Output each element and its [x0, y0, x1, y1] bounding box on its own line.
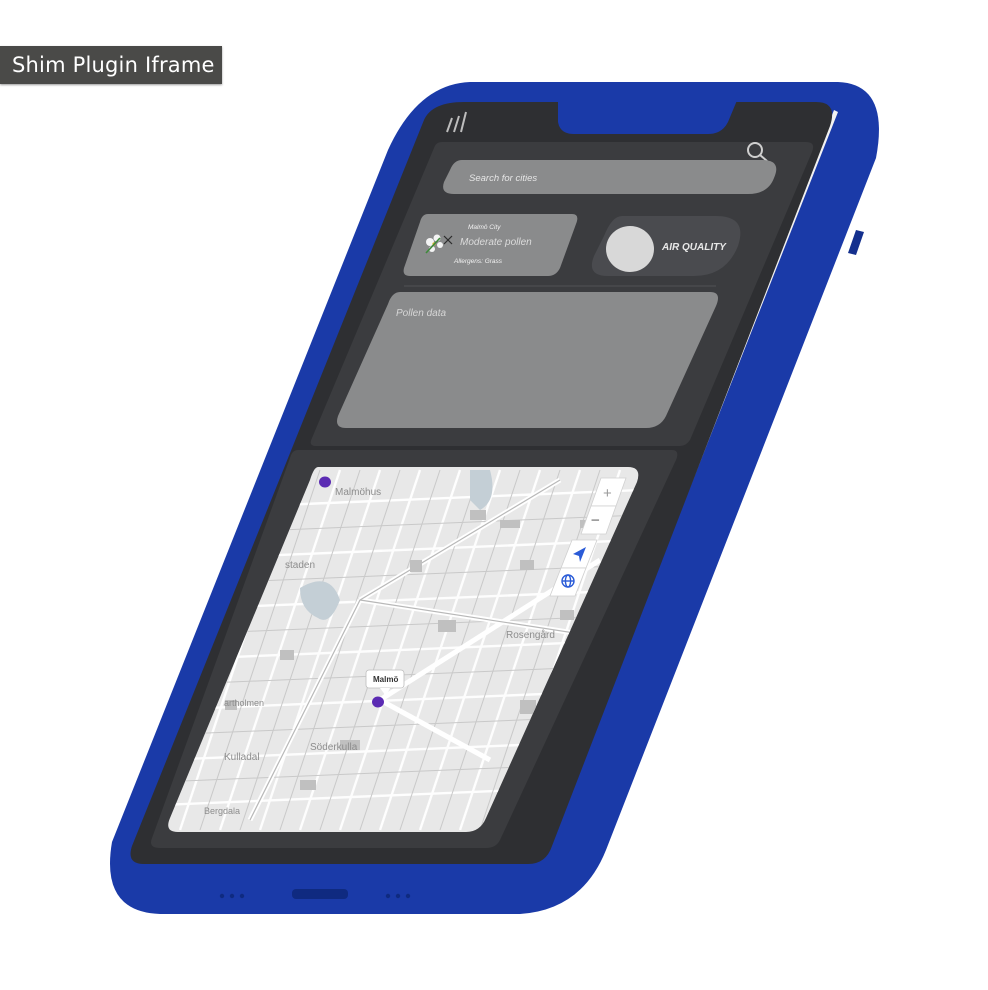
map-place-name: Rosengård: [506, 629, 555, 641]
search-placeholder: Search for cities: [469, 173, 537, 184]
zoom-out-button[interactable]: −: [591, 512, 600, 529]
toggle-knob: [606, 226, 654, 272]
pollen-city: Malmö City: [468, 224, 501, 231]
map-marker[interactable]: [319, 476, 331, 488]
map-place-name: Malmöhus: [335, 487, 381, 498]
map-place-name: Söderkulla: [310, 742, 358, 753]
phone-notch: [558, 98, 738, 134]
pollen-data-title: Pollen data: [396, 308, 446, 319]
phone-mockup: Search for cities Malmö City Moderate po…: [110, 82, 879, 914]
pollen-card[interactable]: Malmö City Moderate pollen Allergens: Gr…: [403, 214, 578, 276]
search-field[interactable]: Search for cities: [443, 160, 777, 194]
map-place-name: artholmen: [224, 698, 264, 708]
air-quality-toggle[interactable]: AIR QUALITY: [591, 216, 741, 276]
air-quality-label: AIR QUALITY: [661, 242, 727, 253]
map-place-name: Bergdala: [204, 806, 240, 816]
map-place-name: Kulladal: [224, 752, 260, 763]
pollen-data-panel: Pollen data: [337, 292, 718, 428]
map-place-name: staden: [285, 560, 315, 571]
map-marker-label: Malmö: [373, 675, 398, 684]
zoom-in-button[interactable]: +: [603, 485, 612, 502]
pollen-level: Moderate pollen: [460, 237, 532, 248]
pollen-allergens: Allergens: Grass: [453, 258, 503, 265]
side-button: [848, 230, 864, 255]
